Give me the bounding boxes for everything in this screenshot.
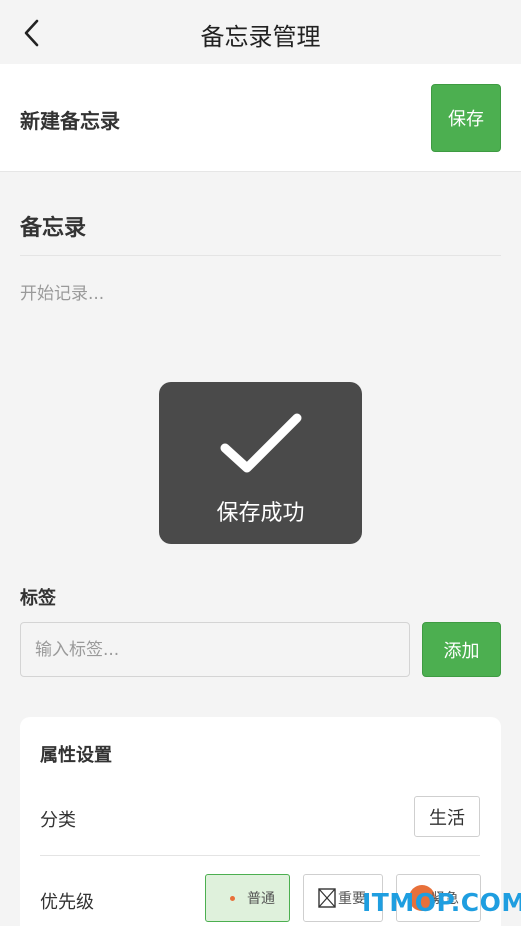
add-tag-button[interactable]: 添加 bbox=[422, 622, 501, 677]
category-select[interactable]: 生活 bbox=[414, 796, 480, 837]
toast-message: 保存成功 bbox=[216, 501, 305, 526]
priority-option-label: 普通 bbox=[247, 891, 275, 907]
save-success-toast: 保存成功 bbox=[159, 382, 362, 544]
priority-label: 优先级 bbox=[40, 892, 94, 913]
panel-divider bbox=[40, 855, 480, 856]
attributes-title: 属性设置 bbox=[40, 745, 112, 766]
checkmark-icon bbox=[220, 413, 302, 473]
priority-option-normal[interactable]: 普通 bbox=[205, 874, 290, 922]
dot-icon bbox=[230, 895, 235, 901]
tags-label: 标签 bbox=[20, 588, 56, 609]
memo-title[interactable]: 备忘录 bbox=[20, 210, 86, 242]
new-memo-bar: 新建备忘录 保存 bbox=[0, 64, 521, 172]
tag-input[interactable] bbox=[20, 622, 410, 677]
page-title: 备忘录管理 bbox=[200, 23, 321, 51]
category-label: 分类 bbox=[40, 810, 76, 831]
new-memo-title: 新建备忘录 bbox=[20, 109, 120, 133]
top-bar: 备忘录管理 bbox=[0, 0, 521, 64]
crossed-box-icon bbox=[318, 888, 336, 908]
memo-body-input[interactable]: 开始记录... bbox=[20, 279, 104, 304]
watermark: ITMOP.COM bbox=[362, 888, 521, 917]
memo-divider bbox=[20, 255, 501, 256]
save-button[interactable]: 保存 bbox=[431, 84, 501, 152]
